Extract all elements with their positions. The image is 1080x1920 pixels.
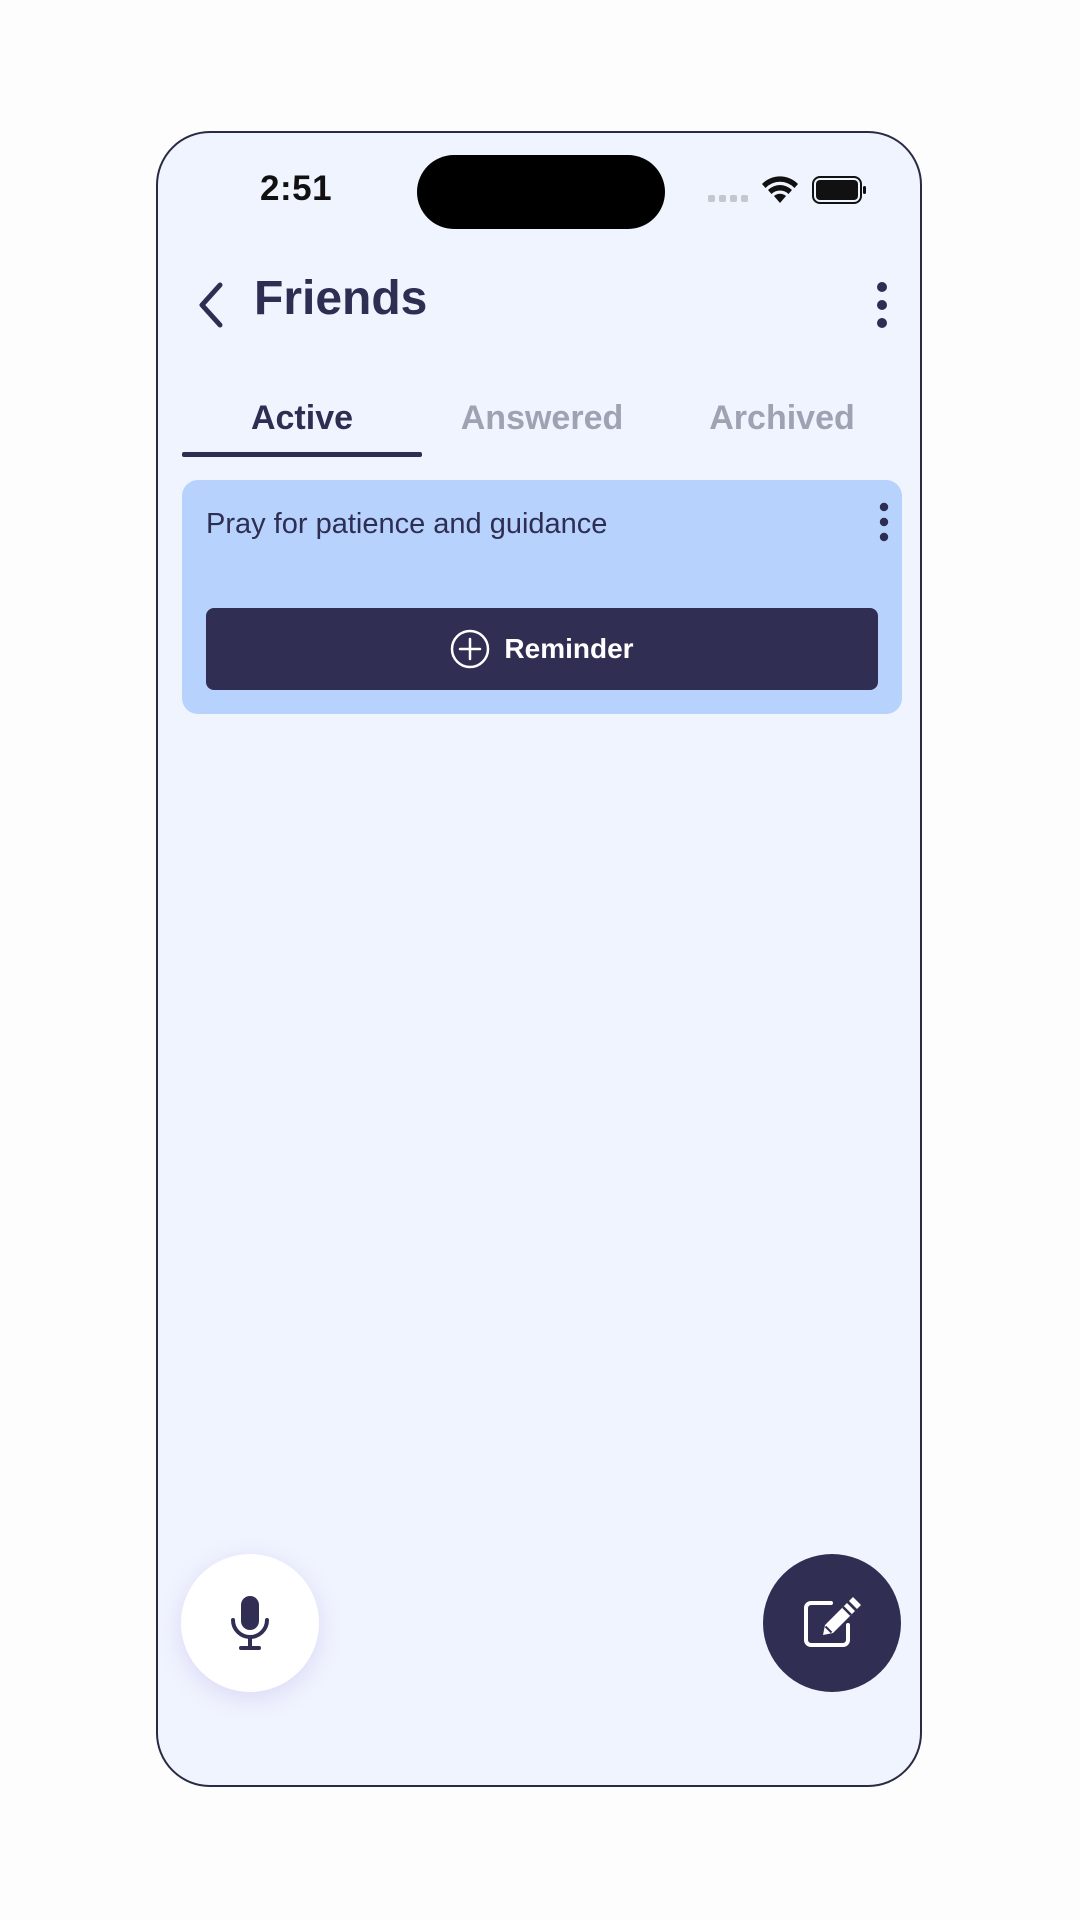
edit-note-icon: [804, 1597, 861, 1647]
add-reminder-button[interactable]: Reminder: [206, 608, 878, 690]
plus-circle-icon: [451, 629, 490, 669]
tab-active-label: Active: [250, 399, 354, 437]
prayer-text: Pray for patience and guidance: [206, 508, 608, 540]
tab-answered-label: Answered: [460, 399, 624, 437]
voice-input-button[interactable]: [181, 1554, 319, 1692]
page-title: Friends: [254, 272, 428, 325]
tab-underline: [182, 452, 422, 457]
tab-active[interactable]: Active: [182, 385, 422, 457]
back-chevron-icon[interactable]: [192, 277, 232, 333]
more-vertical-icon[interactable]: [870, 279, 894, 331]
card-more-vertical-icon[interactable]: [874, 502, 894, 542]
phone-frame: 2:51 Friends Active Answered Archived Pr…: [156, 131, 922, 1787]
tab-archived[interactable]: Archived: [662, 385, 902, 451]
tab-answered[interactable]: Answered: [422, 385, 662, 451]
signal-icon: [708, 195, 748, 202]
tab-archived-label: Archived: [709, 399, 855, 437]
dynamic-island: [417, 155, 665, 229]
new-prayer-button[interactable]: [763, 1554, 901, 1692]
wifi-icon: [762, 176, 798, 203]
status-time: 2:51: [260, 169, 333, 208]
tab-bar: Active Answered Archived: [182, 385, 902, 457]
microphone-icon: [231, 1596, 269, 1650]
reminder-button-label: Reminder: [504, 633, 634, 664]
battery-icon: [812, 176, 866, 204]
prayer-card[interactable]: Pray for patience and guidance Reminder: [182, 480, 902, 714]
